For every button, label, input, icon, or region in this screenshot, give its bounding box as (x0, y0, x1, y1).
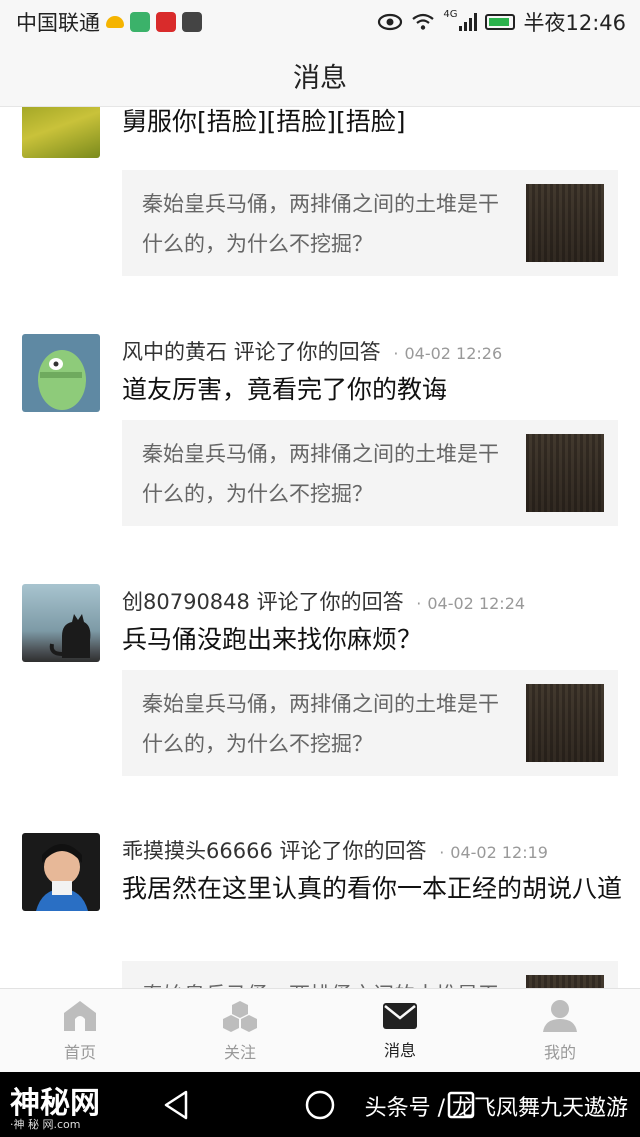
avatar-image (38, 350, 86, 410)
question-card[interactable]: 秦始皇兵马俑，两排俑之间的土堆是干什么的，为什么不挖掘？ (122, 420, 618, 526)
message-icon (383, 1003, 417, 1029)
tab-follow[interactable]: 关注 (160, 989, 320, 1073)
question-thumbnail (526, 434, 604, 512)
watermark-source: 头条号 / 龙飞凤舞九天遨游 (364, 1096, 628, 1121)
avatar-image (49, 614, 91, 658)
avatar[interactable] (22, 833, 100, 911)
page-header: 消息 (0, 44, 640, 107)
network-type-label: 4G (443, 9, 458, 20)
avatar[interactable] (22, 584, 100, 662)
profile-icon (543, 1000, 577, 1032)
eye-icon (378, 13, 403, 31)
question-card[interactable]: 秦始皇兵马俑，两排俑之间的土堆是干什么的，为什么不挖掘？ (122, 961, 618, 988)
app-notification-icon (130, 12, 150, 32)
tab-label: 我的 (543, 1043, 576, 1062)
avatar[interactable] (22, 106, 100, 158)
question-text: 秦始皇兵马俑，两排俑之间的土堆是干什么的，为什么不挖掘？ (142, 442, 499, 506)
back-triangle-icon (164, 1090, 188, 1119)
comment-text: 舅服你[捂脸][捂脸][捂脸] (122, 107, 406, 136)
comment-author[interactable]: 风中的黄石 (122, 340, 227, 364)
comment-text: 我居然在这里认真的看你一本正经的胡说八道 (122, 874, 623, 903)
comment-action: 评论了你的回答 (279, 839, 427, 863)
clock: 半夜12:46 (523, 11, 626, 35)
follow-icon (223, 1001, 257, 1032)
comment-author[interactable]: 创80790848 (122, 590, 250, 614)
comment-time: 04-02 12:26 (404, 344, 503, 363)
tab-label: 消息 (383, 1041, 416, 1060)
question-thumbnail (526, 684, 604, 762)
comment-text: 道友厉害，竟看完了你的教诲 (122, 375, 448, 404)
wifi-icon (412, 13, 435, 30)
question-text: 秦始皇兵马俑，两排俑之间的土堆是干什么的，为什么不挖掘？ (142, 975, 502, 988)
home-nav-button[interactable] (304, 1072, 336, 1137)
comment-author[interactable]: 乖摸摸头66666 (122, 839, 273, 863)
tab-label: 首页 (63, 1043, 96, 1062)
comment-action: 评论了你的回答 (233, 340, 381, 364)
comment-time: 04-02 12:19 (450, 843, 548, 862)
weather-icon (106, 16, 124, 28)
message-list[interactable]: 舅服你[捂脸][捂脸][捂脸] 秦始皇兵马俑，两排俑之间的土堆是干什么的，为什么… (0, 106, 640, 988)
tab-bar: 首页 关注 消息 我的 (0, 988, 640, 1073)
page-title: 消息 (293, 62, 347, 94)
news-notification-icon (156, 12, 176, 32)
avatar-image (36, 844, 88, 911)
battery-icon (485, 14, 516, 30)
question-card[interactable]: 秦始皇兵马俑，两排俑之间的土堆是干什么的，为什么不挖掘？ (122, 670, 618, 776)
status-bar: 中国联通 4G 半夜12:46 (0, 0, 640, 44)
signal-icon (459, 13, 478, 31)
game-notification-icon (182, 12, 202, 32)
system-nav-bar: 神秘网 ·神 秘 网.com 头条号 / 龙飞凤舞九天遨游 (0, 1072, 640, 1137)
back-button[interactable] (162, 1072, 192, 1137)
question-text: 秦始皇兵马俑，两排俑之间的土堆是干什么的，为什么不挖掘？ (142, 692, 499, 756)
comment-text: 兵马俑没跑出来找你麻烦？ (122, 625, 423, 654)
tab-profile[interactable]: 我的 (480, 989, 640, 1073)
question-card[interactable]: 秦始皇兵马俑，两排俑之间的土堆是干什么的，为什么不挖掘？ (122, 170, 618, 276)
carrier-label: 中国联通 (16, 11, 100, 35)
tab-label: 关注 (223, 1043, 256, 1062)
tab-messages[interactable]: 消息 (320, 989, 480, 1073)
question-text: 秦始皇兵马俑，两排俑之间的土堆是干什么的，为什么不挖掘？ (142, 192, 499, 256)
comment-action: 评论了你的回答 (256, 590, 404, 614)
tab-home[interactable]: 首页 (0, 989, 160, 1073)
home-icon (64, 1001, 96, 1031)
avatar[interactable] (22, 334, 100, 412)
comment-time: 04-02 12:24 (427, 594, 526, 613)
home-circle-icon (305, 1090, 335, 1119)
question-thumbnail (526, 184, 604, 262)
watermark-subtext: ·神 秘 网.com (10, 1118, 81, 1131)
question-thumbnail (526, 975, 604, 988)
